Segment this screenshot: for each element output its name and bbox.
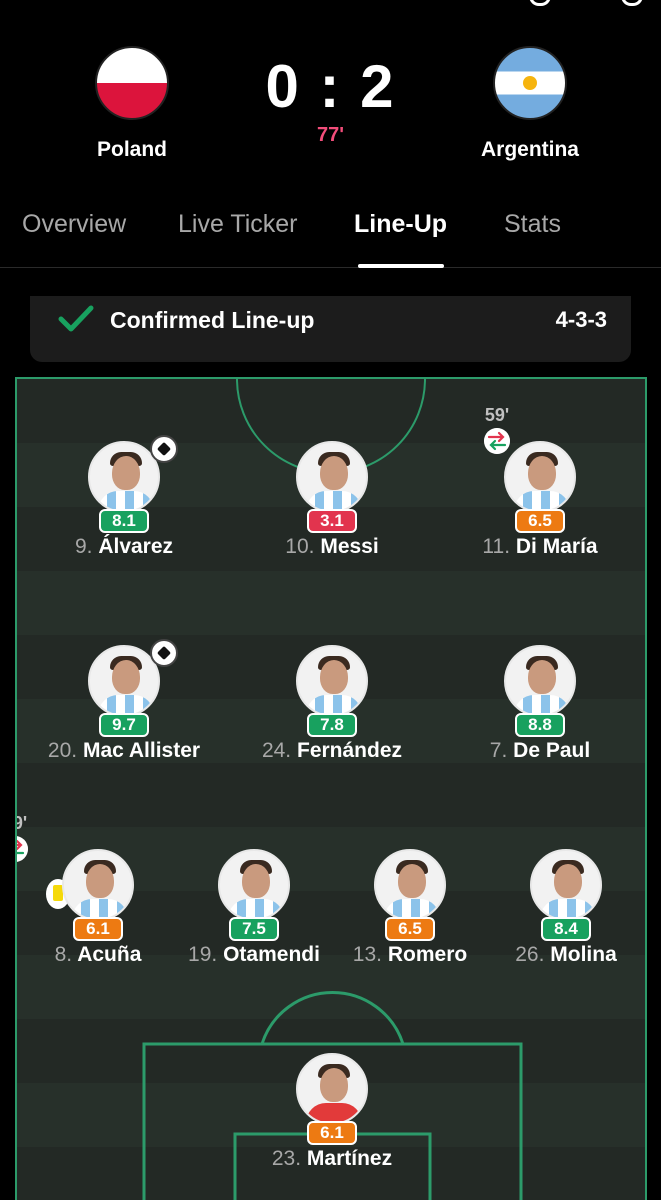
player-rating: 3.1 <box>307 509 357 533</box>
player-rating: 7.8 <box>307 713 357 737</box>
substitution-minute: 59' <box>484 405 510 425</box>
away-team[interactable]: Argentina <box>450 46 610 162</box>
player-avatar <box>218 849 290 921</box>
player-rating: 8.1 <box>99 509 149 533</box>
match-tabs: Overview Live Ticker Line-Up Stats <box>0 196 661 268</box>
away-team-name: Argentina <box>480 138 579 161</box>
player-card[interactable]: 6.1 23. Martínez <box>242 1053 422 1171</box>
player-card[interactable]: 6.5 13. Romero <box>320 849 500 967</box>
player-rating: 6.5 <box>385 917 435 941</box>
player-rating: 6.1 <box>307 1121 357 1145</box>
player-card[interactable]: 8.4 26. Molina <box>476 849 645 967</box>
match-header: Poland 0 : 2 77' Argentina <box>0 0 661 190</box>
player-rating: 9.7 <box>99 713 149 737</box>
player-name: 7. De Paul <box>489 739 591 762</box>
player-avatar <box>504 441 576 513</box>
argentina-flag-icon <box>493 46 567 120</box>
player-avatar <box>296 441 368 513</box>
player-rating: 6.5 <box>515 509 565 533</box>
substitution-marker: 59' <box>475 405 519 454</box>
player-card[interactable]: 9.7 20. Mac Allister <box>34 639 214 763</box>
lineup-status-bar: Confirmed Line-up 4-3-3 <box>30 296 631 362</box>
player-card[interactable]: 7.8 24. Fernández <box>242 645 422 763</box>
substitution-marker: 59' <box>17 813 37 862</box>
player-name: 10. Messi <box>285 535 379 558</box>
player-avatar <box>88 645 160 717</box>
player-name: 8. Acuña <box>54 943 142 966</box>
player-rating: 6.1 <box>73 917 123 941</box>
formation-label: 4-3-3 <box>555 307 607 332</box>
tab-live-ticker[interactable]: Live Ticker <box>178 210 297 239</box>
player-name: 11. Di María <box>482 535 598 558</box>
player-card[interactable]: 59' 6.1 8. Acuña <box>17 813 188 967</box>
pitch: 8.1 9. Álvarez 3.1 10. Messi 59' 6.5 11.… <box>15 377 647 1200</box>
check-icon <box>58 305 94 332</box>
player-card[interactable]: 7.5 19. Otamendi <box>164 849 344 967</box>
player-card[interactable]: 3.1 10. Messi <box>242 441 422 559</box>
player-avatar <box>88 441 160 513</box>
substitution-icon <box>484 428 510 454</box>
player-rating: 7.5 <box>229 917 279 941</box>
player-name: 13. Romero <box>352 943 468 966</box>
substitution-minute: 59' <box>17 813 28 833</box>
player-rating: 8.8 <box>515 713 565 737</box>
tab-overview[interactable]: Overview <box>22 210 126 239</box>
player-card[interactable]: 8.8 7. De Paul <box>450 645 630 763</box>
lineup-status-label: Confirmed Line-up <box>110 307 315 333</box>
player-avatar <box>374 849 446 921</box>
player-card[interactable]: 59' 6.5 11. Di María <box>450 405 630 559</box>
player-name: 19. Otamendi <box>188 943 320 966</box>
goal-ball-icon <box>150 435 178 463</box>
player-avatar <box>296 1053 368 1125</box>
substitution-icon <box>17 836 28 862</box>
player-card[interactable]: 8.1 9. Álvarez <box>34 435 214 559</box>
player-rating: 8.4 <box>541 917 591 941</box>
goal-ball-icon <box>150 639 178 667</box>
player-name: 9. Álvarez <box>74 535 174 558</box>
player-name: 23. Martínez <box>271 1147 393 1170</box>
player-avatar <box>530 849 602 921</box>
player-name: 26. Molina <box>515 943 617 966</box>
tab-line-up[interactable]: Line-Up <box>354 210 447 239</box>
player-avatar <box>62 849 134 921</box>
player-avatar <box>504 645 576 717</box>
tab-stats[interactable]: Stats <box>504 210 561 239</box>
active-tab-indicator <box>358 264 444 268</box>
player-name: 24. Fernández <box>261 739 403 762</box>
player-name: 20. Mac Allister <box>47 739 201 762</box>
player-avatar <box>296 645 368 717</box>
